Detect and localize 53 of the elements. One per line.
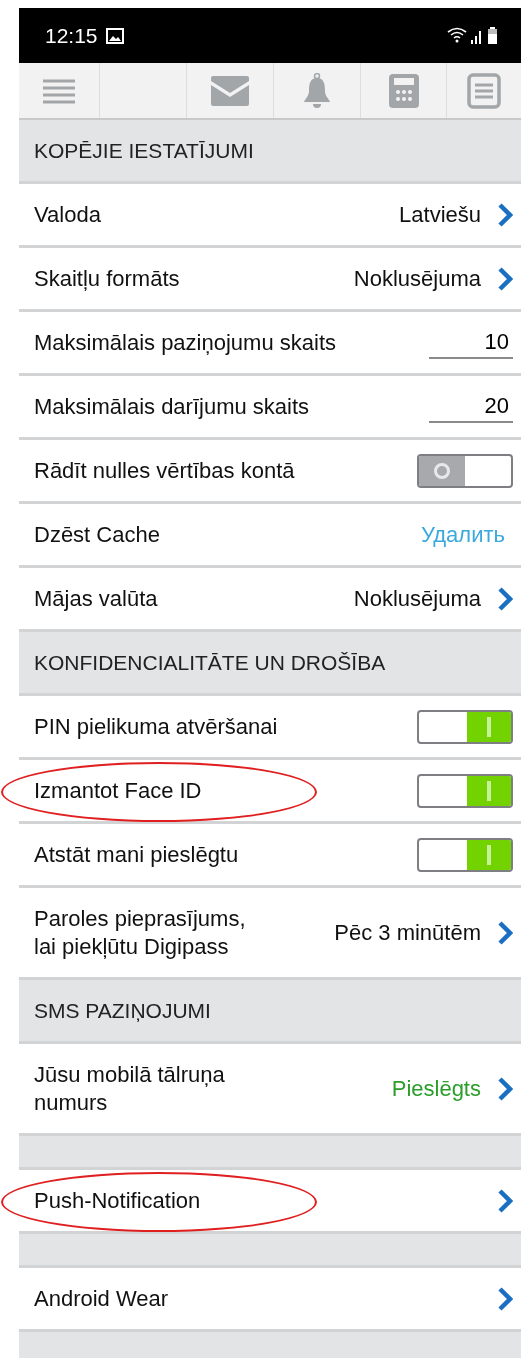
setting-label: Maksimālais paziņojumu skaits [34, 328, 336, 357]
setting-label: Jūsu mobilā tālruņa numurs [34, 1060, 226, 1117]
image-icon [105, 27, 124, 44]
status-time: 12:15 [45, 22, 98, 49]
menu-icon [43, 77, 75, 104]
settings-row[interactable]: Push-Notification [19, 1170, 521, 1234]
settings-row[interactable]: Skaitļu formāts Noklusējuma [19, 248, 521, 312]
bell-icon [302, 72, 332, 109]
settings-row[interactable]: PIN pielikuma atvēršanai [19, 696, 521, 760]
toggle-switch[interactable] [417, 453, 513, 488]
setting-label: Atstāt mani pieslēgtu [34, 840, 239, 869]
chevron-right-icon [497, 586, 513, 611]
calculator-icon [388, 73, 419, 108]
chevron-right-icon [497, 266, 513, 291]
settings-row[interactable]: Maksimālais darījumu skaits 20 [19, 376, 521, 440]
chevron-right-icon [497, 1188, 513, 1213]
number-field[interactable]: 10 [429, 326, 513, 359]
settings-row[interactable]: Izmantot Face ID [19, 760, 521, 824]
setting-value: Pēc 3 minūtēm [334, 919, 481, 947]
setting-label: Paroles pieprasījums, lai piekļūtu Digipass [34, 904, 247, 961]
setting-label: Rādīt nulles vērtības kontā [34, 456, 295, 485]
setting-value: Pieslēgts [391, 1075, 481, 1103]
settings-row[interactable]: Jūsu mobilā tālruņa numurs Pieslēgts [19, 1044, 521, 1136]
setting-label: Skaitļu formāts [34, 264, 180, 293]
setting-label: Maksimālais darījumu skaits [34, 392, 310, 421]
setting-label: PIN pielikuma atvēršanai [34, 712, 278, 741]
settings-row[interactable]: Valoda Latviešu [19, 184, 521, 248]
settings-row[interactable]: Paroles pieprasījums, lai piekļūtu Digipass Pēc 3 minūtēm [19, 888, 521, 980]
chevron-right-icon [497, 1286, 513, 1311]
setting-label: Mājas valūta [34, 584, 158, 613]
settings-row[interactable]: Android Wear [19, 1268, 521, 1332]
toggle-switch[interactable] [417, 773, 513, 808]
setting-label: Izmantot Face ID [34, 776, 202, 805]
toggle-switch[interactable] [417, 709, 513, 744]
setting-value: Latviešu [399, 201, 481, 229]
chevron-right-icon [497, 920, 513, 945]
settings-row[interactable]: Maksimālais paziņojumu skaits 10 [19, 312, 521, 376]
number-field[interactable]: 20 [429, 390, 513, 423]
settings-row[interactable]: Dzēst Cache Удалить [19, 504, 521, 568]
setting-label: Valoda [34, 200, 101, 229]
chevron-right-icon [497, 202, 513, 227]
chevron-right-icon [497, 1076, 513, 1101]
setting-label: Dzēst Cache [34, 520, 160, 549]
setting-label: Android Wear [34, 1284, 169, 1313]
document-list-icon [467, 72, 501, 109]
settings-row[interactable]: Mājas valūta Noklusējuma [19, 568, 521, 632]
setting-value: Noklusējuma [353, 265, 481, 293]
toggle-switch[interactable] [417, 837, 513, 872]
settings-row[interactable]: Atstāt mani pieslēgtu [19, 824, 521, 888]
settings-row[interactable]: Rādīt nulles vērtības kontā [19, 440, 521, 504]
setting-label: Push-Notification [34, 1186, 201, 1215]
setting-value: Noklusējuma [353, 585, 481, 613]
envelope-icon [211, 75, 249, 106]
